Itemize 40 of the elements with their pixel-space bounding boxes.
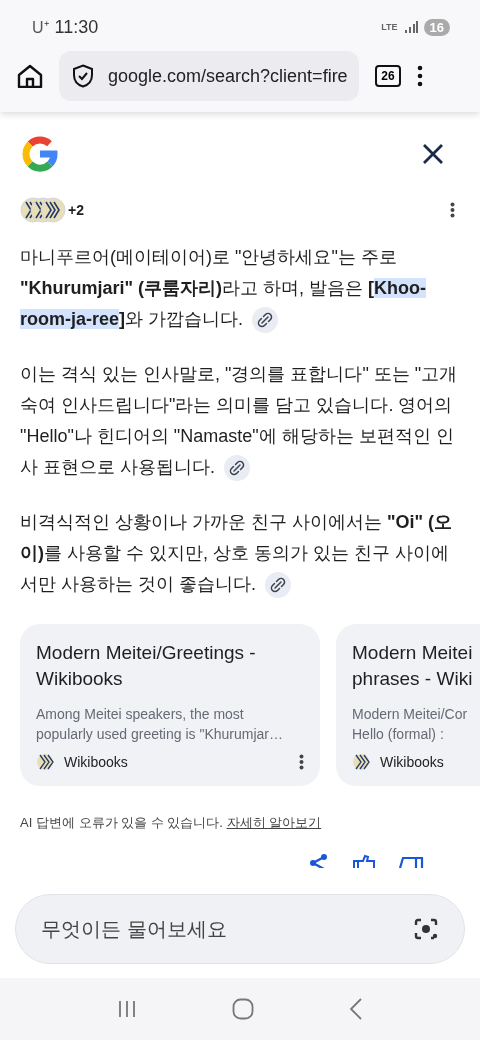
source-card[interactable]: Modern Meitei phrases - Wiki Modern Meitei/Cor Hello (formal) : Wikibooks [336,624,480,786]
source-snippet: Among Meitei speakers, the most popularly used greeting is "Khurumjar… [36,705,284,744]
source-title: Modern Meitei phrases - Wiki [352,641,474,691]
site-name: Wikibooks [64,754,128,770]
site-favicon-icon [352,752,372,772]
source-title: Modern Meitei/Greetings - Wikibooks [36,641,257,691]
carrier-label: U⁺ [32,18,49,38]
shield-icon [72,64,94,88]
clock-time: 11:30 [54,16,99,38]
close-icon[interactable] [422,143,444,165]
source-card[interactable]: Modern Meitei/Greetings - Wikibooks Among Meitei speakers, the most popularly used greeting is "Khurumjar… Wikibooks [20,624,320,786]
home-button-icon[interactable] [232,998,254,1020]
network-type: LTE [381,22,398,32]
ask-field[interactable]: 무엇이든 물어보세요 [15,894,465,964]
source-count[interactable]: +2 [68,202,84,218]
thumbs-up-icon[interactable] [352,854,376,868]
recent-apps-icon[interactable] [117,1000,138,1018]
more-icon[interactable] [299,754,304,770]
answer-paragraph: 비격식적인 상황이나 가까운 친구 사이에서는 "Oi" (오이)를 사용할 수 있지만, 상호 동의가 있는 친구 사이에서만 사용하는 것이 좋습니다. [20,507,460,600]
more-icon[interactable] [450,202,455,218]
site-name: Wikibooks [380,754,444,770]
source-favicons-icon[interactable] [20,197,66,223]
link-icon[interactable] [265,572,292,599]
share-icon[interactable] [308,854,330,868]
address-bar[interactable]: google.com/search?client=fire [59,51,359,101]
home-icon[interactable] [17,64,43,88]
signal-icon [403,21,418,33]
learn-more-link[interactable]: 자세히 알아보기 [226,815,322,830]
disclaimer-text: AI 답변에 오류가 있을 수 있습니다. [20,815,223,830]
source-snippet: Modern Meitei/Cor Hello (formal) : [352,705,469,744]
site-favicon-icon [36,752,56,772]
link-icon[interactable] [252,307,279,334]
tab-count-button[interactable]: 26 [375,65,401,87]
link-icon[interactable] [224,455,251,482]
camera-lens-icon[interactable] [413,917,439,941]
menu-icon[interactable] [417,65,423,87]
thumbs-down-icon[interactable] [398,854,424,868]
answer-paragraph: 이는 격식 있는 인사말로, "경의를 표합니다" 또는 "고개 숙여 인사드립니다"라는 의미를 담고 있습니다. 영어의 "Hello"나 힌디어의 "Namaste"에 해당하는 보편적인 인사 표현으로 사용됩니다. [20,359,460,483]
battery-level: 16 [423,18,450,36]
back-icon[interactable] [348,998,363,1020]
